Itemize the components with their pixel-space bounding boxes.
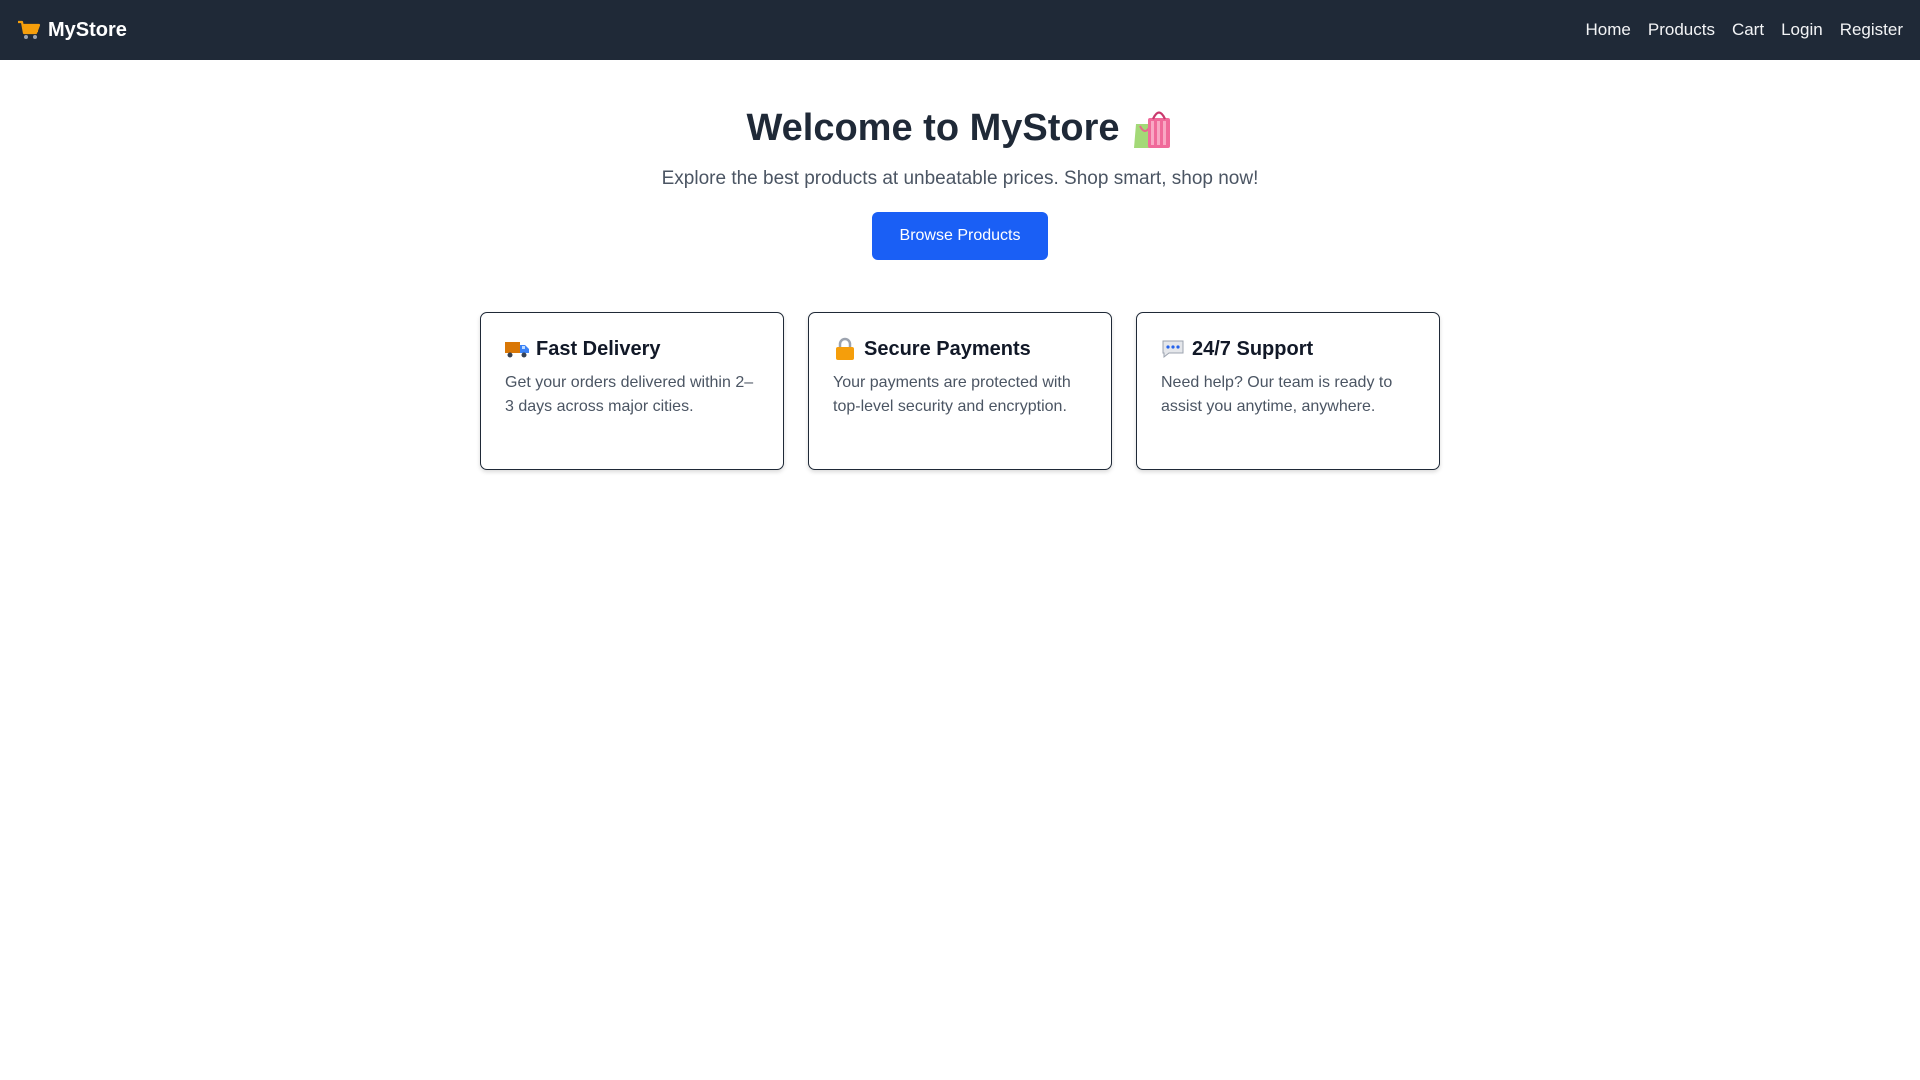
feature-title-payments: Secure Payments [864, 337, 1031, 360]
hero-subtitle: Explore the best products at unbeatable … [661, 167, 1259, 189]
hero-title-text: Welcome to MyStore [746, 107, 1120, 149]
shopping-bags-icon [1132, 108, 1174, 150]
feature-card-payments: Secure Payments Your payments are protec… [808, 312, 1112, 470]
speech-bubble-icon [1161, 337, 1185, 361]
brand-name: MyStore [48, 18, 127, 41]
nav-link-products[interactable]: Products [1648, 20, 1715, 40]
shopping-cart-icon [17, 18, 41, 42]
features-section: Fast Delivery Get your orders delivered … [480, 312, 1440, 470]
nav-link-login[interactable]: Login [1781, 20, 1823, 40]
feature-card-title: Fast Delivery [505, 337, 759, 361]
feature-text-payments: Your payments are protected with top-lev… [833, 374, 1071, 415]
feature-card-delivery: Fast Delivery Get your orders delivered … [480, 312, 784, 470]
hero-title: Welcome to MyStore [746, 106, 1173, 152]
feature-text-delivery: Get your orders delivered within 2–3 day… [505, 374, 754, 415]
lock-icon [833, 337, 857, 361]
nav-link-home[interactable]: Home [1586, 20, 1631, 40]
feature-title-support: 24/7 Support [1192, 337, 1314, 360]
delivery-truck-icon [505, 337, 529, 361]
top-navbar: MyStore Home Products Cart Login Registe… [0, 0, 1920, 60]
brand-link[interactable]: MyStore [17, 18, 127, 42]
feature-text-support: Need help? Our team is ready to assist y… [1161, 374, 1393, 415]
nav-link-cart[interactable]: Cart [1732, 20, 1764, 40]
feature-card-title: Secure Payments [833, 337, 1087, 361]
browse-products-button[interactable]: Browse Products [872, 211, 1048, 260]
feature-card-title: 24/7 Support [1161, 337, 1415, 361]
hero-section: Welcome to MyStore Explore the best prod… [0, 60, 1920, 260]
feature-card-support: 24/7 Support Need help? Our team is read… [1136, 312, 1440, 470]
nav-links: Home Products Cart Login Register [1586, 20, 1904, 40]
feature-title-delivery: Fast Delivery [536, 337, 661, 360]
nav-link-register[interactable]: Register [1840, 20, 1903, 40]
